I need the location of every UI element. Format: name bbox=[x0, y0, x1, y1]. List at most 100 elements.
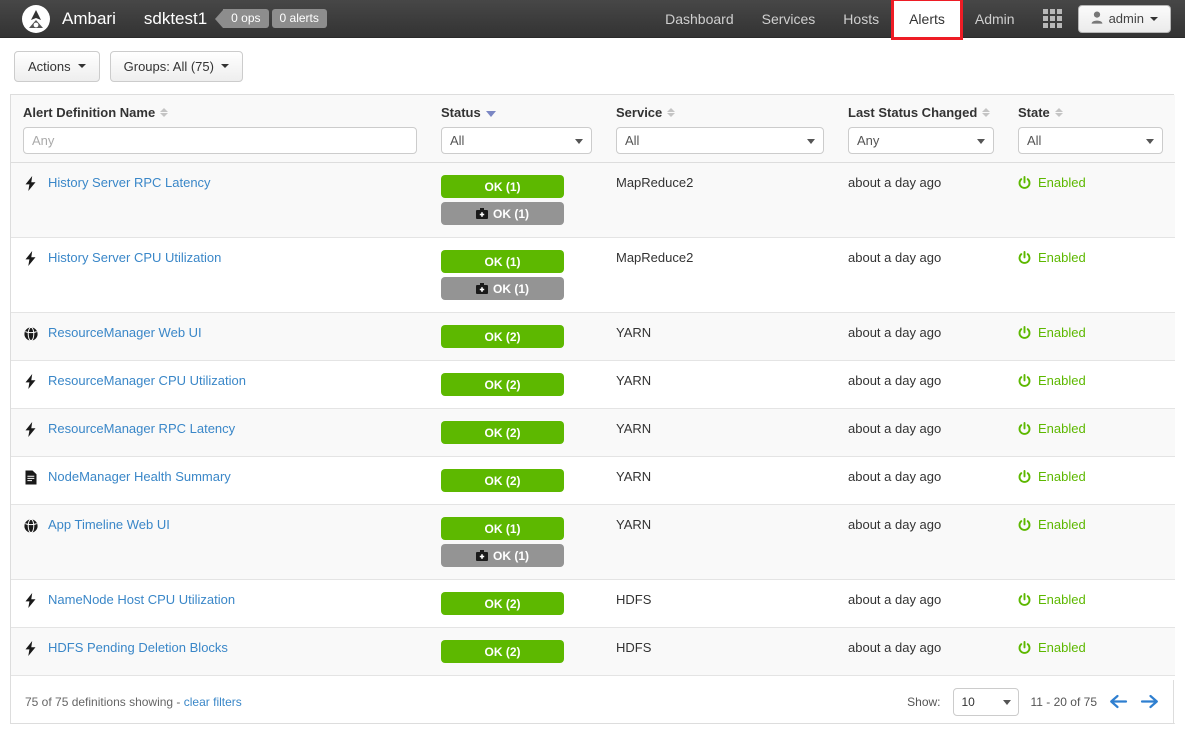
sort-toggle-icon[interactable] bbox=[667, 108, 676, 117]
chevron-down-icon bbox=[1002, 699, 1011, 705]
power-icon bbox=[1018, 592, 1031, 607]
clear-filters-link[interactable]: clear filters bbox=[184, 695, 242, 709]
alert-definition-link[interactable]: History Server CPU Utilization bbox=[48, 250, 221, 266]
table-row: App Timeline Web UI OK (1) OK (1) YARN about… bbox=[11, 504, 1175, 580]
sort-desc-active-icon[interactable] bbox=[485, 111, 496, 117]
table-row: HDFS Pending Deletion Blocks OK (2) HDFS ab… bbox=[11, 627, 1175, 676]
alert-definition-link[interactable]: App Timeline Web UI bbox=[48, 517, 170, 533]
status-badge-ok[interactable]: OK (1) bbox=[441, 250, 564, 273]
cell-status: OK (2) bbox=[429, 360, 604, 409]
bubble-arrow-icon bbox=[215, 9, 224, 28]
status-badge-ok[interactable]: OK (2) bbox=[441, 325, 564, 348]
alerts-badge[interactable]: 0 alerts bbox=[271, 9, 327, 28]
metric-bolt-icon bbox=[23, 641, 38, 656]
state-label: Enabled bbox=[1038, 421, 1086, 436]
table-row: NameNode Host CPU Utilization OK (2) HDFS a… bbox=[11, 579, 1175, 628]
arrow-left-icon[interactable] bbox=[1109, 694, 1128, 709]
cell-definition-name: ResourceManager RPC Latency bbox=[11, 408, 429, 457]
cell-definition-name: App Timeline Web UI bbox=[11, 504, 429, 580]
top-navbar: Ambari sdktest1 0 ops 0 alerts Dashboard… bbox=[0, 0, 1185, 40]
sort-toggle-icon[interactable] bbox=[1054, 108, 1063, 117]
status-badge-ok[interactable]: OK (1) bbox=[441, 175, 564, 198]
user-icon bbox=[1091, 11, 1103, 27]
power-icon bbox=[1018, 175, 1031, 190]
alert-definition-link[interactable]: ResourceManager Web UI bbox=[48, 325, 202, 341]
user-menu-button[interactable]: admin bbox=[1077, 4, 1171, 33]
status-badge-label: OK (1) bbox=[493, 281, 529, 296]
table-row: ResourceManager CPU Utilization OK (2) YAR… bbox=[11, 360, 1175, 409]
chevron-down-icon bbox=[977, 138, 985, 144]
nav-link-alerts[interactable]: Alerts bbox=[891, 0, 963, 40]
nav-link-dashboard[interactable]: Dashboard bbox=[651, 0, 748, 38]
cell-status: OK (2) bbox=[429, 456, 604, 505]
alert-definitions-table: Alert Definition Name Status bbox=[11, 95, 1175, 724]
cluster-status-bubbles: 0 ops 0 alerts bbox=[215, 9, 327, 28]
filter-select-service[interactable]: All bbox=[616, 127, 824, 154]
power-icon bbox=[1018, 250, 1031, 265]
user-menu-label: admin bbox=[1108, 11, 1144, 26]
filter-select-last-status-changed[interactable]: Any bbox=[848, 127, 994, 154]
table-header-row: Alert Definition Name Status bbox=[11, 95, 1175, 163]
table-row: History Server CPU Utilization OK (1) OK (… bbox=[11, 237, 1175, 313]
filter-select-state[interactable]: All bbox=[1018, 127, 1163, 154]
alert-definition-link[interactable]: ResourceManager RPC Latency bbox=[48, 421, 235, 437]
nav-link-admin[interactable]: Admin bbox=[961, 0, 1029, 38]
alert-definition-link[interactable]: ResourceManager CPU Utilization bbox=[48, 373, 246, 389]
status-badge-label: OK (2) bbox=[484, 377, 521, 392]
power-icon bbox=[1018, 517, 1031, 532]
power-icon bbox=[1018, 325, 1031, 340]
alert-definition-link[interactable]: HDFS Pending Deletion Blocks bbox=[48, 640, 228, 656]
status-badge-ok[interactable]: OK (2) bbox=[441, 469, 564, 492]
status-badge-ok[interactable]: OK (2) bbox=[441, 592, 564, 615]
state-label: Enabled bbox=[1038, 517, 1086, 532]
status-badge-ok[interactable]: OK (1) bbox=[441, 517, 564, 540]
filter-select-status[interactable]: All bbox=[441, 127, 592, 154]
page-size-select[interactable]: 10 bbox=[952, 687, 1019, 716]
status-badge-ok[interactable]: OK (2) bbox=[441, 373, 564, 396]
ops-badge[interactable]: 0 ops bbox=[223, 9, 269, 28]
cell-service: HDFS bbox=[604, 579, 836, 628]
cell-definition-name: ResourceManager Web UI bbox=[11, 312, 429, 361]
nav-link-services[interactable]: Services bbox=[748, 0, 830, 38]
groups-filter-button[interactable]: Groups: All (75) bbox=[109, 50, 243, 82]
actions-button[interactable]: Actions bbox=[14, 50, 100, 82]
brand-name[interactable]: Ambari bbox=[62, 9, 116, 29]
alert-definition-link[interactable]: History Server RPC Latency bbox=[48, 175, 211, 191]
cell-last-status-changed: about a day ago bbox=[836, 162, 1006, 238]
filter-select-service-value: All bbox=[625, 133, 640, 148]
table-row: History Server RPC Latency OK (1) OK (1) Ma… bbox=[11, 162, 1175, 238]
page-size-value: 10 bbox=[961, 694, 975, 709]
filter-input-name[interactable] bbox=[23, 127, 417, 154]
medkit-icon bbox=[476, 208, 488, 219]
column-header-status[interactable]: Status All bbox=[429, 95, 604, 163]
status-badge-maintenance[interactable]: OK (1) bbox=[441, 277, 564, 300]
alerts-table-panel: Alert Definition Name Status bbox=[10, 94, 1175, 724]
status-badge-label: OK (2) bbox=[484, 425, 521, 440]
status-badge-ok[interactable]: OK (2) bbox=[441, 640, 564, 663]
column-header-service[interactable]: Service All bbox=[604, 95, 836, 163]
column-header-last-status-changed[interactable]: Last Status Changed Any bbox=[836, 95, 1006, 163]
apps-grid-icon[interactable] bbox=[1042, 9, 1062, 28]
status-badge-maintenance[interactable]: OK (1) bbox=[441, 202, 564, 225]
nav-items: Dashboard Services Hosts Alerts Admin ad… bbox=[651, 0, 1185, 40]
status-badge-maintenance[interactable]: OK (1) bbox=[441, 544, 564, 567]
sort-toggle-icon[interactable] bbox=[982, 108, 991, 117]
nav-link-hosts[interactable]: Hosts bbox=[829, 0, 893, 38]
medkit-icon bbox=[476, 550, 488, 561]
alert-definition-link[interactable]: NodeManager Health Summary bbox=[48, 469, 231, 485]
cell-service: YARN bbox=[604, 408, 836, 457]
filter-select-changed-value: Any bbox=[857, 133, 880, 148]
column-header-name[interactable]: Alert Definition Name bbox=[11, 95, 429, 163]
cell-last-status-changed: about a day ago bbox=[836, 237, 1006, 313]
chevron-down-icon bbox=[77, 64, 86, 68]
cell-state: Enabled bbox=[1006, 408, 1175, 457]
cell-last-status-changed: about a day ago bbox=[836, 312, 1006, 361]
column-header-state[interactable]: State All bbox=[1006, 95, 1175, 163]
sort-toggle-icon[interactable] bbox=[160, 108, 169, 117]
alert-definition-link[interactable]: NameNode Host CPU Utilization bbox=[48, 592, 235, 608]
cell-service: YARN bbox=[604, 456, 836, 505]
status-badge-ok[interactable]: OK (2) bbox=[441, 421, 564, 444]
status-badge-label: OK (1) bbox=[493, 206, 529, 221]
cell-state: Enabled bbox=[1006, 504, 1175, 580]
arrow-right-icon[interactable] bbox=[1140, 694, 1159, 709]
